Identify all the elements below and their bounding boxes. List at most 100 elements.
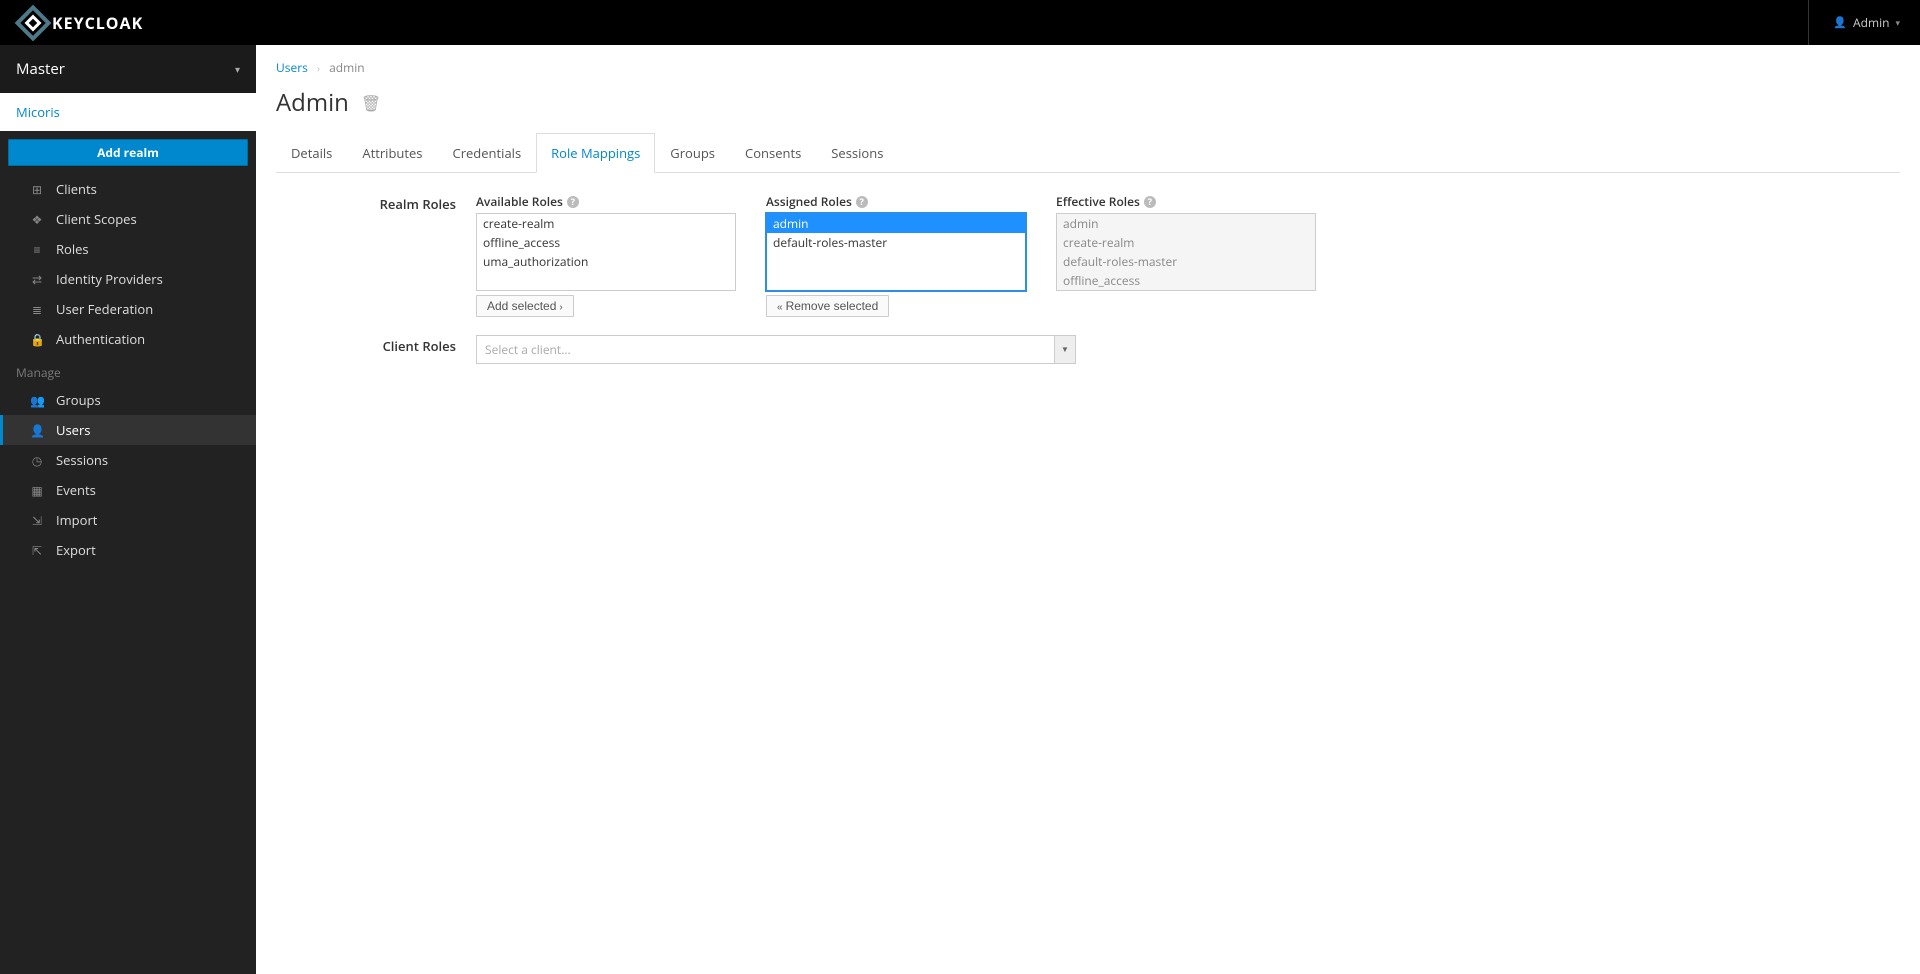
sidebar-item-label: Users [56, 421, 90, 439]
sidebar-item-label: Import [56, 511, 97, 529]
breadcrumb-current: admin [329, 59, 365, 76]
realm-roles-label: Realm Roles [276, 193, 476, 213]
sidebar-item-authentication[interactable]: 🔒Authentication [0, 324, 256, 354]
client-roles-row: Client Roles Select a client... ▼ [276, 335, 1900, 364]
chevron-left-icon: « [777, 302, 783, 313]
tab-credentials[interactable]: Credentials [438, 133, 537, 173]
add-selected-button[interactable]: Add selected› [476, 295, 574, 317]
topbar: KEYCLOAK 👤 Admin ▾ [0, 0, 1920, 45]
available-roles-label: Available Roles [476, 193, 563, 210]
sidebar-item-label: Events [56, 481, 96, 499]
trash-icon[interactable]: 🗑 [361, 92, 381, 114]
tab-details[interactable]: Details [276, 133, 347, 173]
role-option[interactable]: uma_authorization [477, 252, 735, 271]
page-title: Admin [276, 86, 349, 119]
tab-groups[interactable]: Groups [655, 133, 730, 173]
product-logo[interactable]: KEYCLOAK [20, 10, 143, 36]
client-select[interactable]: Select a client... ▼ [476, 335, 1076, 364]
tab-sessions[interactable]: Sessions [816, 133, 898, 173]
chevron-down-icon: ▾ [1895, 16, 1900, 29]
sidebar-item-label: Export [56, 541, 96, 559]
sidebar-section-manage: Manage [0, 354, 256, 385]
role-option[interactable]: default-roles-master [1057, 252, 1315, 271]
role-option[interactable]: offline_access [1057, 271, 1315, 290]
realm-selector-label: Master [16, 59, 65, 79]
help-icon[interactable]: ? [567, 196, 579, 208]
sidebar-item-user-federation[interactable]: ≣ User Federation [0, 294, 256, 324]
sidebar-item-label: Clients [56, 180, 97, 198]
breadcrumb: Users › admin [256, 45, 1920, 82]
assigned-roles-label: Assigned Roles [766, 193, 852, 210]
account-menu[interactable]: 👤 Admin ▾ [1808, 0, 1900, 45]
add-realm-label: Add realm [97, 144, 159, 161]
sidebar-item-identity-providers[interactable]: ⇄Identity Providers [0, 264, 256, 294]
sidebar-item-icon: ▦ [30, 482, 44, 499]
page-header: Admin 🗑 [256, 82, 1920, 133]
available-roles-listbox[interactable]: create-realmoffline_accessuma_authorizat… [476, 213, 736, 291]
sidebar-item-icon: ⇲ [30, 512, 44, 529]
remove-selected-label: Remove selected [786, 299, 879, 313]
sidebar-item-icon: ⇄ [30, 271, 44, 288]
client-select-toggle[interactable]: ▼ [1054, 335, 1076, 364]
sidebar-item-icon: 👤 [30, 422, 44, 439]
tab-consents[interactable]: Consents [730, 133, 816, 173]
client-roles-label: Client Roles [276, 335, 476, 355]
sidebar-item-events[interactable]: ▦ Events [0, 475, 256, 505]
breadcrumb-separator-icon: › [317, 61, 320, 75]
sidebar-item-import[interactable]: ⇲ Import [0, 505, 256, 535]
role-option[interactable]: admin [767, 214, 1025, 233]
sidebar-item-label: User Federation [56, 300, 153, 318]
sidebar-item-label: Sessions [56, 451, 108, 469]
client-select-placeholder: Select a client... [476, 335, 1054, 364]
assigned-roles-listbox[interactable]: admindefault-roles-master [766, 213, 1026, 291]
sidebar-item-label: Client Scopes [56, 210, 137, 228]
help-icon[interactable]: ? [1144, 196, 1156, 208]
effective-roles-column: Effective Roles ? admincreate-realmdefau… [1056, 193, 1316, 317]
realm-roles-row: Realm Roles Available Roles ? create-rea… [276, 193, 1900, 317]
sidebar-item-export[interactable]: ⇱ Export [0, 535, 256, 565]
role-option[interactable]: admin [1057, 214, 1315, 233]
sidebar-item-icon: ❖ [30, 211, 44, 228]
remove-selected-button[interactable]: «Remove selected [766, 295, 889, 317]
sidebar-item-client-scopes[interactable]: ❖ Client Scopes [0, 204, 256, 234]
realm-selector[interactable]: Master ▾ [0, 45, 256, 93]
tab-attributes[interactable]: Attributes [347, 133, 437, 173]
add-realm-button[interactable]: Add realm [8, 139, 248, 166]
sidebar-item-icon: ◷ [30, 452, 44, 469]
effective-roles-label: Effective Roles [1056, 193, 1140, 210]
sidebar-item-icon: ⇱ [30, 542, 44, 559]
sidebar-item-groups[interactable]: 👥 Groups [0, 385, 256, 415]
realm-link-label: Micoris [16, 103, 60, 121]
sidebar-item-label: Roles [56, 240, 89, 258]
content-area: Users › admin Admin 🗑 DetailsAttributesC… [256, 45, 1920, 974]
sidebar-item-users[interactable]: 👤 Users [0, 415, 256, 445]
sidebar-item-icon: 👥 [30, 392, 44, 409]
role-option[interactable]: offline_access [477, 233, 735, 252]
sidebar-item-roles[interactable]: ≡ Roles [0, 234, 256, 264]
breadcrumb-root-link[interactable]: Users [276, 59, 308, 76]
keycloak-logo-icon [15, 4, 52, 41]
user-icon: 👤 [1833, 15, 1847, 30]
effective-roles-listbox: admincreate-realmdefault-roles-masteroff… [1056, 213, 1316, 291]
chevron-right-icon: › [559, 302, 562, 313]
tab-role-mappings[interactable]: Role Mappings [536, 133, 655, 173]
role-option[interactable]: uma_authorization [1057, 290, 1315, 291]
assigned-roles-column: Assigned Roles ? admindefault-roles-mast… [766, 193, 1026, 317]
role-option[interactable]: create-realm [477, 214, 735, 233]
sidebar-item-icon: ≣ [30, 301, 44, 318]
chevron-down-icon: ▾ [235, 62, 240, 76]
help-icon[interactable]: ? [856, 196, 868, 208]
available-roles-column: Available Roles ? create-realmoffline_ac… [476, 193, 736, 317]
sidebar-item-label: Groups [56, 391, 101, 409]
sidebar-item-icon: ⊞ [30, 181, 44, 198]
sidebar: Master ▾ Micoris Add realm ⊞ Clients ❖ Clie… [0, 45, 256, 974]
sidebar-item-clients[interactable]: ⊞ Clients [0, 174, 256, 204]
sidebar-item-icon: ≡ [30, 241, 44, 258]
tabs: DetailsAttributesCredentialsRole Mapping… [276, 133, 1900, 173]
realm-link[interactable]: Micoris [0, 93, 256, 131]
caret-down-icon: ▼ [1061, 344, 1069, 355]
add-selected-label: Add selected [487, 299, 556, 313]
role-option[interactable]: create-realm [1057, 233, 1315, 252]
role-option[interactable]: default-roles-master [767, 233, 1025, 252]
sidebar-item-sessions[interactable]: ◷ Sessions [0, 445, 256, 475]
